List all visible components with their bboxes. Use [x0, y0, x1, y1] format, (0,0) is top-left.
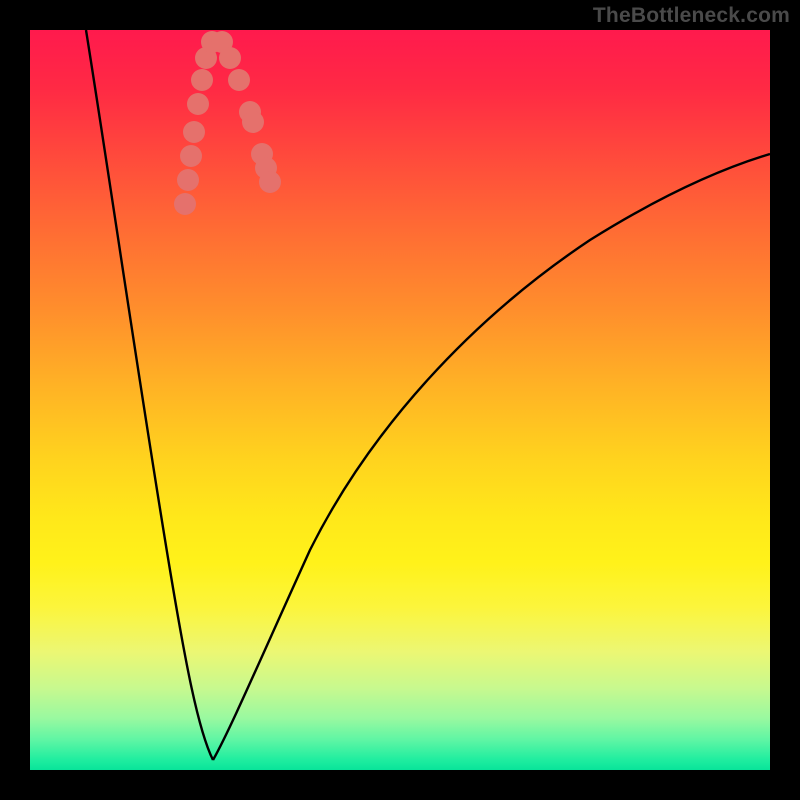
data-marker: [183, 121, 205, 143]
data-marker: [219, 47, 241, 69]
data-marker: [174, 193, 196, 215]
data-markers: [174, 31, 281, 215]
data-marker: [177, 169, 199, 191]
data-marker: [228, 69, 250, 91]
plot-area: [30, 30, 770, 770]
data-marker: [191, 69, 213, 91]
data-marker: [187, 93, 209, 115]
watermark-text: TheBottleneck.com: [593, 4, 790, 28]
curve-right-branch: [213, 154, 770, 760]
chart-svg: [30, 30, 770, 770]
data-marker: [242, 111, 264, 133]
chart-frame: TheBottleneck.com: [0, 0, 800, 800]
data-marker: [259, 171, 281, 193]
data-marker: [180, 145, 202, 167]
